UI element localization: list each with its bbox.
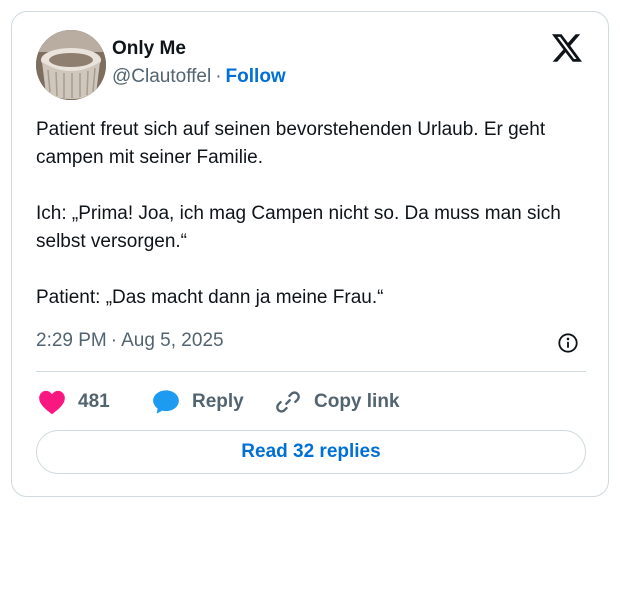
author-handle[interactable]: @Clautoffel [112,66,211,87]
tweet-text: Patient freut sich auf seinen bevorstehe… [36,119,561,308]
action-bar: 481 Reply Copy link [36,387,586,417]
x-logo-icon[interactable] [552,34,582,62]
author-handle-line: @Clautoffel · Follow [112,66,286,88]
avatar-image [36,30,106,100]
reply-bubble-icon [153,390,179,414]
handle-separator: · [215,66,222,87]
author-name[interactable]: Only Me [112,38,186,60]
timestamp-separator: · [110,330,118,351]
like-button[interactable]: 481 [38,387,110,417]
heart-icon [39,390,65,415]
info-icon[interactable] [557,332,579,354]
divider [36,371,586,372]
follow-button[interactable]: Follow [226,66,286,87]
read-replies-label: Read 32 replies [241,441,381,462]
tweet-date: Aug 5, 2025 [121,330,224,351]
reply-button[interactable]: Reply [152,387,244,417]
reply-label: Reply [192,391,244,412]
avatar[interactable] [36,30,106,100]
tweet-time: 2:29 PM [36,330,107,351]
link-icon [276,391,300,413]
tweet-timestamp[interactable]: 2:29 PM · Aug 5, 2025 [36,330,224,352]
like-count: 481 [78,391,110,412]
copy-link-button[interactable]: Copy link [274,387,400,417]
copy-link-label: Copy link [314,391,400,412]
read-replies-button[interactable]: Read 32 replies [36,430,586,474]
tweet-card: Only Me @Clautoffel · Follow Patient freut… [11,11,609,497]
